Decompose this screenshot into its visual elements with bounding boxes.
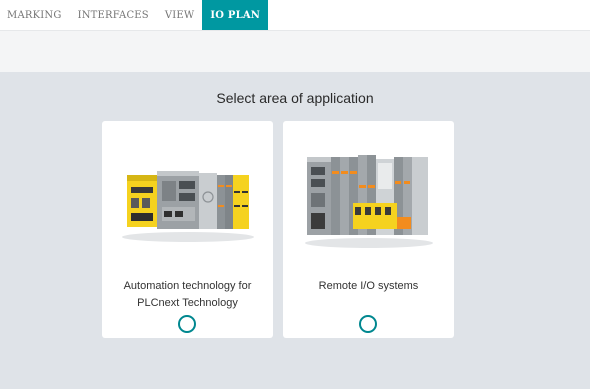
remote-io-image [305, 155, 433, 248]
card-label: Automation technology for PLCnext Techno… [123, 280, 252, 309]
toolbar-area [0, 30, 590, 72]
card-automation-technology[interactable]: Automation technology for PLCnext Techno… [102, 121, 273, 338]
tab-marking[interactable]: MARKING [0, 0, 70, 30]
tab-interfaces[interactable]: INTERFACES [70, 0, 157, 30]
card-remote-io[interactable]: Remote I/O systems [283, 121, 454, 338]
radio-button[interactable] [359, 315, 377, 333]
tab-io-plan[interactable]: IO PLAN [202, 0, 269, 30]
card-label: Remote I/O systems [318, 280, 419, 292]
radio-button[interactable] [178, 315, 196, 333]
top-navigation: MARKING INTERFACES VIEW IO PLAN [0, 0, 590, 30]
page-heading: Select area of application [216, 90, 374, 106]
plcnext-controller-image [122, 171, 254, 242]
tab-view[interactable]: VIEW [157, 0, 203, 30]
